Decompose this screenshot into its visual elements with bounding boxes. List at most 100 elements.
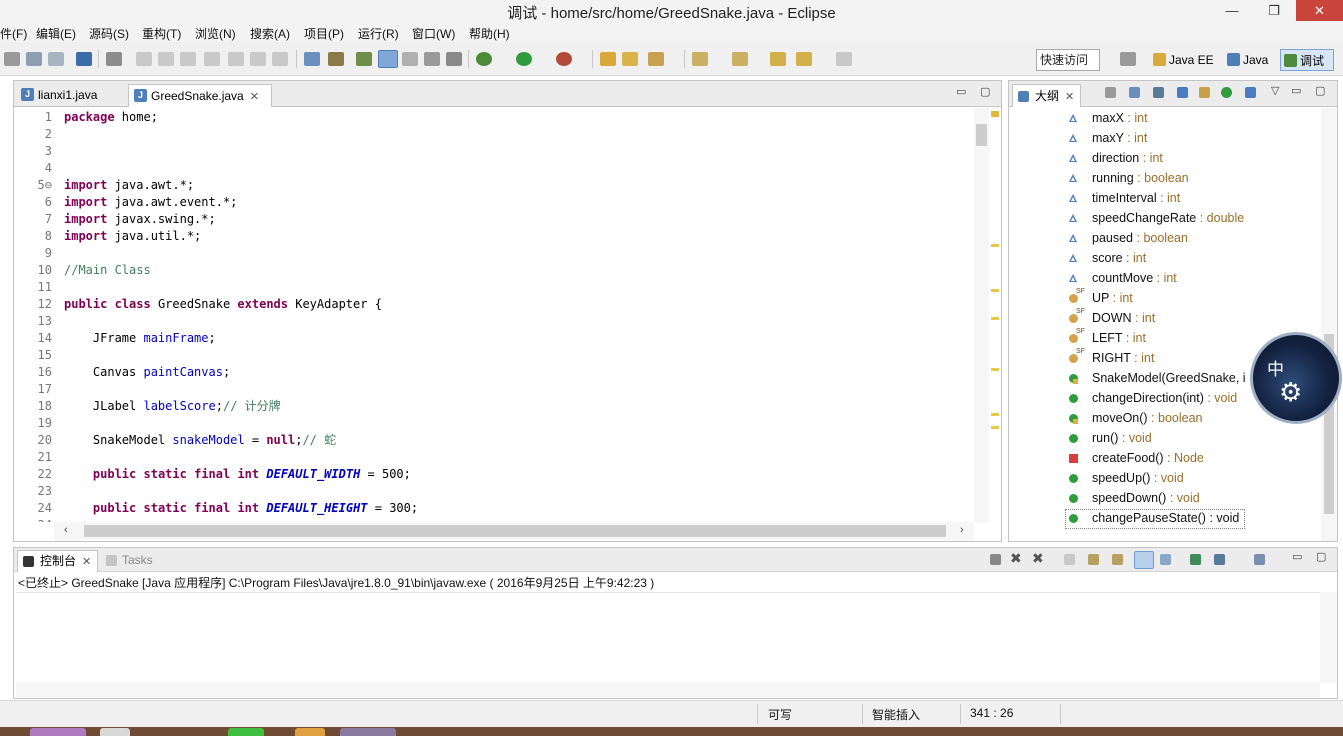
hide-non-public-icon[interactable]: [1221, 87, 1232, 98]
forward-icon[interactable]: [836, 52, 852, 66]
debug-icon[interactable]: [476, 52, 492, 66]
maximize-view-icon[interactable]: ▢: [1315, 84, 1325, 97]
sort-icon[interactable]: [1153, 87, 1164, 98]
outline-item[interactable]: maxX : int: [1092, 108, 1148, 128]
outline-item[interactable]: score : int: [1092, 248, 1146, 268]
suspend-icon[interactable]: [158, 52, 174, 66]
menu-navigate[interactable]: 浏览(N): [195, 25, 236, 42]
remove-launch-icon[interactable]: ✖: [1010, 550, 1022, 567]
link-with-editor-icon[interactable]: [1129, 87, 1140, 98]
outline-item[interactable]: DOWN : int: [1092, 308, 1155, 328]
word-wrap-icon[interactable]: [1112, 554, 1123, 565]
save-all-icon[interactable]: [48, 52, 64, 66]
search-icon[interactable]: [648, 52, 664, 66]
minimize-view-icon[interactable]: ▭: [1292, 550, 1302, 563]
terminate-icon[interactable]: [990, 554, 1001, 565]
open-folder-icon[interactable]: [622, 52, 638, 66]
menu-help[interactable]: 帮助(H): [469, 25, 510, 42]
toggle-mark-occurrences-icon[interactable]: [356, 52, 372, 66]
step-return-icon[interactable]: [272, 52, 288, 66]
overview-marker[interactable]: [991, 289, 999, 292]
open-console-icon[interactable]: [1254, 554, 1265, 565]
close-tab-icon[interactable]: ✕: [82, 556, 91, 568]
clear-console-icon[interactable]: [1064, 554, 1075, 565]
pin-console-icon[interactable]: [1190, 554, 1201, 565]
close-tab-icon[interactable]: ✕: [250, 91, 259, 103]
hide-local-types-icon[interactable]: [1245, 87, 1256, 98]
restore-button[interactable]: ❐: [1254, 0, 1294, 21]
disconnect-icon[interactable]: [204, 52, 220, 66]
overview-marker[interactable]: [991, 426, 999, 429]
print-icon[interactable]: [76, 52, 92, 66]
outline-item[interactable]: UP : int: [1092, 288, 1133, 308]
outline-item[interactable]: LEFT : int: [1092, 328, 1146, 348]
external-tools-icon[interactable]: [556, 52, 572, 66]
show-on-stderr-icon[interactable]: [1160, 554, 1171, 565]
block-selection-icon[interactable]: [402, 52, 418, 66]
scroll-thumb[interactable]: [84, 525, 946, 537]
menu-search[interactable]: 搜索(A): [250, 25, 290, 42]
remove-all-terminated-icon[interactable]: ✖: [1032, 550, 1044, 567]
save-icon[interactable]: [26, 52, 42, 66]
outline-item[interactable]: run() : void: [1092, 428, 1152, 448]
scroll-left-icon[interactable]: ‹: [64, 524, 68, 536]
paragraph-icon[interactable]: [446, 52, 462, 66]
editor-vertical-scrollbar[interactable]: [974, 108, 989, 522]
outline-item[interactable]: speedDown() : void: [1092, 488, 1200, 508]
run-icon[interactable]: [516, 52, 532, 66]
tab-lianxi1[interactable]: lianxi1.java: [16, 83, 97, 107]
outline-item[interactable]: paused : boolean: [1092, 228, 1188, 248]
resume-icon[interactable]: [136, 52, 152, 66]
skip-breakpoints-icon[interactable]: [106, 52, 122, 66]
menu-project[interactable]: 项目(P): [304, 25, 344, 42]
outline-item[interactable]: timeInterval : int: [1092, 188, 1180, 208]
tab-outline[interactable]: 大纲 ✕: [1012, 84, 1082, 107]
scroll-lock-icon[interactable]: [1088, 554, 1099, 565]
taskbar-app-icon[interactable]: [30, 728, 86, 736]
editor-horizontal-scrollbar[interactable]: ‹ ›: [54, 522, 974, 540]
show-whitespace-icon[interactable]: [424, 52, 440, 66]
hide-fields-icon[interactable]: [1177, 87, 1188, 98]
previous-annotation-icon[interactable]: [732, 52, 748, 66]
console-horizontal-scrollbar[interactable]: [16, 682, 1320, 698]
menu-file[interactable]: 件(F): [0, 25, 27, 42]
code-area[interactable]: 1 package home; 2 3 4 5⊖ import java.awt.*; 6 im…: [14, 108, 974, 522]
tab-tasks[interactable]: Tasks: [104, 550, 153, 572]
view-menu-icon[interactable]: ▽: [1271, 84, 1279, 97]
scroll-right-icon[interactable]: ›: [960, 524, 964, 536]
scroll-thumb[interactable]: [976, 124, 987, 146]
last-edit-location-icon[interactable]: [770, 52, 786, 66]
taskbar-eclipse-icon[interactable]: [340, 728, 396, 736]
taskbar-app-icon[interactable]: [100, 728, 130, 736]
hide-static-icon[interactable]: [1199, 87, 1210, 98]
menu-edit[interactable]: 编辑(E): [36, 25, 76, 42]
overview-marker[interactable]: [991, 413, 999, 416]
outline-item[interactable]: RIGHT : int: [1092, 348, 1154, 368]
tab-greedsnake[interactable]: GreedSnake.java ✕: [128, 84, 272, 107]
terminate-icon[interactable]: [180, 52, 196, 66]
perspective-java-ee[interactable]: Java EE: [1150, 49, 1214, 71]
back-icon[interactable]: [796, 52, 812, 66]
outline-item[interactable]: createFood() : Node: [1092, 448, 1204, 468]
overview-ruler[interactable]: [989, 108, 1001, 522]
drop-to-frame-icon[interactable]: [304, 52, 320, 66]
open-perspective-icon[interactable]: [1120, 52, 1136, 66]
outline-item[interactable]: countMove : int: [1092, 268, 1177, 288]
outline-item[interactable]: moveOn() : boolean: [1092, 408, 1203, 428]
show-on-stdout-icon[interactable]: [1134, 551, 1154, 569]
step-into-icon[interactable]: [228, 52, 244, 66]
overview-marker[interactable]: [991, 368, 999, 371]
collapse-all-icon[interactable]: [1105, 87, 1116, 98]
use-step-filters-icon[interactable]: [328, 52, 344, 66]
new-icon[interactable]: [4, 52, 20, 66]
outline-item[interactable]: direction : int: [1092, 148, 1163, 168]
outline-item[interactable]: SnakeModel(GreedSnake, i: [1092, 368, 1246, 388]
console-vertical-scrollbar[interactable]: [1320, 592, 1337, 682]
overview-marker[interactable]: [991, 111, 999, 117]
maximize-view-icon[interactable]: ▢: [1316, 550, 1326, 563]
display-console-icon[interactable]: [1214, 554, 1225, 565]
overview-marker[interactable]: [991, 244, 999, 247]
step-over-icon[interactable]: [250, 52, 266, 66]
outline-item[interactable]: running : boolean: [1092, 168, 1189, 188]
perspective-java[interactable]: Java: [1224, 49, 1268, 71]
